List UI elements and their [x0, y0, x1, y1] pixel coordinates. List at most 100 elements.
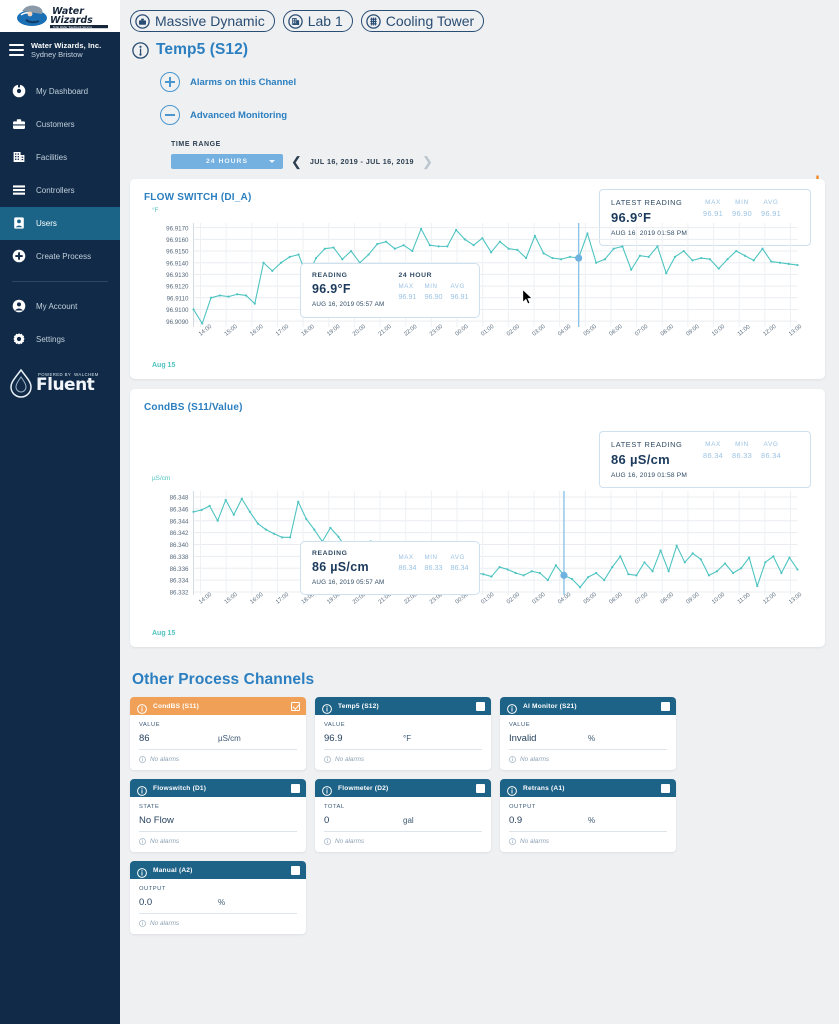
- process-channel-alarm-status: No alarms: [324, 838, 482, 847]
- next-period-button[interactable]: ❯: [422, 155, 433, 168]
- sidebar-item-my-account[interactable]: My Account: [0, 290, 120, 323]
- sidebar-item-my-dashboard[interactable]: My Dashboard: [0, 75, 120, 108]
- process-channel-alarm-text: No alarms: [150, 838, 179, 845]
- process-channel-card[interactable]: Retrans (A1)OUTPUT0.9%No alarms: [500, 779, 676, 852]
- stat-avg: AVG 86.34: [761, 441, 781, 479]
- svg-text:86.348: 86.348: [170, 495, 189, 502]
- breadcrumb-item-facility[interactable]: Lab 1: [283, 10, 353, 32]
- stat-key: MIN: [424, 554, 442, 561]
- page-title-text: Temp5 (S12): [156, 41, 248, 59]
- process-channel-card-header: Temp5 (S12): [315, 697, 491, 715]
- chart-plot-area[interactable]: µS/cm 86.33286.33486.33686.33886.34086.3…: [144, 485, 811, 635]
- process-channel-card-body: VALUEInvalid%No alarms: [500, 715, 676, 770]
- app-root: Water Wizards Total Water Treatment Serv…: [0, 0, 839, 1024]
- process-channel-checkbox[interactable]: [661, 702, 670, 711]
- plus-circle-icon: [160, 72, 180, 92]
- stat-value-sub: [450, 302, 468, 309]
- user-badge-icon: [11, 216, 26, 231]
- process-channel-checkbox[interactable]: [291, 784, 300, 793]
- process-channel-alarm-status: No alarms: [509, 756, 667, 765]
- process-channel-name: Flowmeter (D2): [338, 785, 470, 792]
- sidebar-divider: [12, 281, 108, 282]
- page-title: Temp5 (S12): [132, 41, 825, 59]
- stat-key: MIN: [732, 441, 752, 448]
- sidebar-item-customers[interactable]: Customers: [0, 108, 120, 141]
- process-channel-card-body: OUTPUT0.0%No alarms: [130, 879, 306, 934]
- svg-text:96.9110: 96.9110: [167, 295, 189, 302]
- process-channel-value-row: 86µS/cm: [139, 733, 297, 750]
- process-channel-unit: %: [588, 816, 595, 825]
- process-channel-card[interactable]: Flowmeter (D2)TOTAL0galNo alarms: [315, 779, 491, 852]
- process-channel-card[interactable]: Temp5 (S12)VALUE96.9°FNo alarms: [315, 697, 491, 770]
- expander-advanced-monitoring[interactable]: Advanced Monitoring: [160, 105, 825, 125]
- svg-text:86.346: 86.346: [170, 506, 189, 513]
- svg-text:86.334: 86.334: [170, 578, 189, 585]
- time-range-label: TIME RANGE: [171, 141, 825, 148]
- sidebar-item-facilities[interactable]: Facilities: [0, 141, 120, 174]
- process-channel-card[interactable]: AI Monitor (S21)VALUEInvalid%No alarms: [500, 697, 676, 770]
- mouse-cursor-icon: [522, 289, 533, 305]
- svg-text:96.9140: 96.9140: [166, 260, 189, 267]
- breadcrumb-label: Cooling Tower: [386, 13, 474, 29]
- sidebar-item-controllers[interactable]: Controllers: [0, 174, 120, 207]
- gear-icon: [11, 332, 26, 347]
- process-channel-caption: VALUE: [139, 722, 297, 728]
- process-channel-name: Manual (A2): [153, 867, 285, 874]
- briefcase-icon: [11, 117, 26, 132]
- y-axis-unit: °F: [152, 207, 158, 214]
- svg-text:Wizards: Wizards: [50, 15, 93, 26]
- process-channel-card[interactable]: Flowswitch (D1)STATENo FlowNo alarms: [130, 779, 306, 852]
- chart-plot-area[interactable]: °F 96.909096.910096.911096.912096.913096…: [144, 217, 811, 367]
- alarm-info-icon: [324, 756, 331, 763]
- sidebar-item-label: Customers: [36, 120, 75, 129]
- stat-value: 86.34: [398, 563, 416, 572]
- sidebar-item-settings[interactable]: Settings: [0, 323, 120, 356]
- process-channel-checkbox[interactable]: [476, 784, 485, 793]
- process-channel-checkbox[interactable]: [291, 866, 300, 875]
- sidebar-item-label: My Dashboard: [36, 87, 88, 96]
- hamburger-icon[interactable]: [9, 44, 24, 56]
- expander-alarms-on-this-channel[interactable]: Alarms on this Channel: [160, 72, 825, 92]
- process-channel-name: Retrans (A1): [523, 785, 655, 792]
- process-channel-checkbox[interactable]: [661, 784, 670, 793]
- info-circle-icon: [137, 701, 147, 711]
- sidebar-item-create-process[interactable]: Create Process: [0, 240, 120, 273]
- stat-value: 96.91: [398, 292, 416, 301]
- time-range-select[interactable]: 24 HOURS: [171, 154, 283, 169]
- svg-text:86.342: 86.342: [170, 530, 189, 537]
- process-channel-card-body: OUTPUT0.9%No alarms: [500, 797, 676, 852]
- process-channel-unit: µS/cm: [218, 734, 241, 743]
- svg-text:96.9130: 96.9130: [166, 272, 189, 279]
- prev-period-button[interactable]: ❮: [291, 155, 302, 168]
- alarm-info-icon: [509, 756, 516, 763]
- process-channel-card[interactable]: Manual (A2) OUTPUT0.0%No alarms: [130, 861, 306, 934]
- process-channel-checkbox[interactable]: [291, 702, 300, 711]
- process-channel-caption: OUTPUT: [509, 804, 667, 810]
- process-channel-value: No Flow: [139, 815, 218, 826]
- process-channel-name: CondBS (S11): [153, 703, 285, 710]
- alarm-info-icon: [324, 838, 331, 845]
- sidebar-item-users[interactable]: Users: [0, 207, 120, 240]
- tooltip-range-caption: 24 HOUR: [398, 272, 468, 279]
- time-range-dates: JUL 16, 2019 - JUL 16, 2019: [310, 157, 414, 166]
- breadcrumb-item-controller[interactable]: Cooling Tower: [361, 10, 484, 32]
- process-channel-checkbox[interactable]: [476, 702, 485, 711]
- water-wizards-logo[interactable]: Water Wizards Total Water Treatment Serv…: [0, 0, 120, 32]
- sidebar-item-label: Users: [36, 219, 57, 228]
- process-channel-card[interactable]: CondBS (S11)VALUE86µS/cmNo alarms: [130, 697, 306, 770]
- alarm-info-icon: [139, 756, 146, 763]
- process-channel-value-row: 0.9%: [509, 815, 667, 832]
- process-channel-card-body: STATENo FlowNo alarms: [130, 797, 306, 852]
- breadcrumb-item-company[interactable]: Massive Dynamic: [130, 10, 275, 32]
- sidebar-user-block[interactable]: Water Wizards, Inc. Sydney Bristow: [0, 32, 120, 69]
- chart-tooltip: READING 86 µS/cm AUG 16, 2019 05:57 AM M…: [300, 541, 480, 595]
- process-channel-unit: gal: [403, 816, 414, 825]
- expander-label: Alarms on this Channel: [190, 77, 296, 88]
- chart-card-flow-switch: FLOW SWITCH (DI_A) LATEST READING 96.9°F…: [130, 179, 825, 379]
- stat-min: MIN 86.33: [732, 441, 752, 479]
- stat-key: MAX: [398, 283, 416, 290]
- minus-circle-icon: [160, 105, 180, 125]
- process-channel-alarm-text: No alarms: [520, 756, 549, 763]
- process-channel-alarm-text: No alarms: [335, 838, 364, 845]
- sidebar-item-label: Settings: [36, 335, 65, 344]
